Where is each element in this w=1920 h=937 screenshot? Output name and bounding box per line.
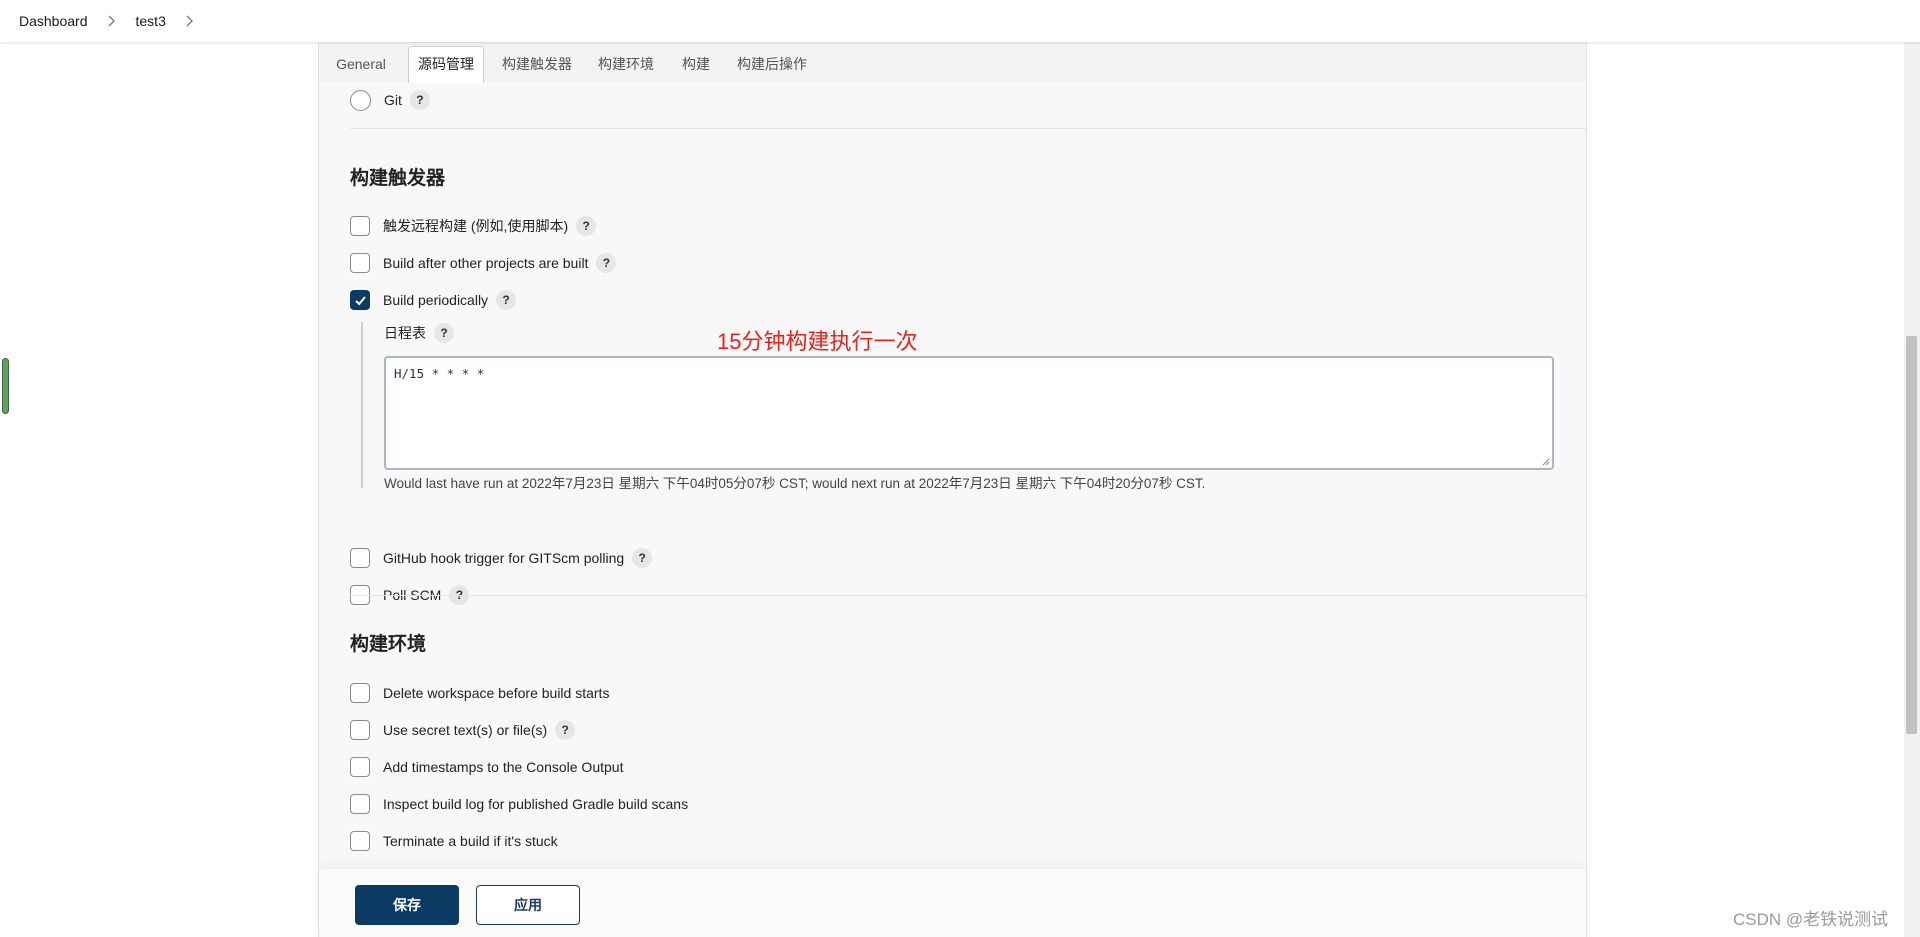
env-terminate-stuck[interactable]: Terminate a build if it's stuck <box>350 830 558 852</box>
bottom-action-bar: 保存 应用 <box>319 869 1586 937</box>
env-delete-workspace[interactable]: Delete workspace before build starts <box>350 682 609 704</box>
build-periodically-checkbox[interactable] <box>350 290 370 310</box>
github-hook-label: GitHub hook trigger for GITScm polling <box>383 550 625 566</box>
side-panel-handle[interactable] <box>2 358 9 414</box>
page-scrollbar-thumb[interactable] <box>1906 336 1917 734</box>
watermark: CSDN @老铁说测试 <box>1733 910 1889 929</box>
terminate-stuck-label: Terminate a build if it's stuck <box>383 833 558 849</box>
schedule-value: H/15 * * * * <box>394 366 485 381</box>
schedule-label: 日程表 <box>384 325 426 341</box>
help-icon[interactable]: ? <box>555 720 576 740</box>
remote-build-checkbox[interactable] <box>350 216 370 236</box>
section-title-build-triggers: 构建触发器 <box>350 168 446 189</box>
gradle-scans-checkbox[interactable] <box>350 794 370 814</box>
help-icon[interactable]: ? <box>434 323 454 343</box>
scm-git-option[interactable]: Git ? <box>350 89 430 111</box>
trigger-remote-build[interactable]: 触发远程构建 (例如,使用脚本) ? <box>350 215 597 237</box>
schedule-hint: Would last have run at 2022年7月23日 星期六 下午… <box>384 476 1206 491</box>
breadcrumb-test3[interactable]: test3 <box>136 13 166 29</box>
chevron-right-icon <box>106 15 116 27</box>
divider <box>350 128 1586 129</box>
help-icon[interactable]: ? <box>576 216 597 236</box>
delete-workspace-label: Delete workspace before build starts <box>383 685 610 701</box>
help-icon[interactable]: ? <box>596 253 617 273</box>
schedule-field-label: 日程表 ? <box>384 323 454 343</box>
after-other-label: Build after other projects are built <box>383 255 589 271</box>
delete-workspace-checkbox[interactable] <box>350 683 370 703</box>
secret-text-checkbox[interactable] <box>350 720 370 740</box>
git-radio[interactable] <box>350 89 371 111</box>
git-label: Git <box>384 92 402 108</box>
help-icon[interactable]: ? <box>632 548 653 568</box>
nested-indent-bar <box>361 322 363 488</box>
env-timestamps[interactable]: Add timestamps to the Console Output <box>350 756 623 778</box>
env-secret-text[interactable]: Use secret text(s) or file(s) ? <box>350 719 576 741</box>
help-icon[interactable]: ? <box>409 90 430 110</box>
trigger-build-periodically[interactable]: Build periodically ? <box>350 289 517 311</box>
after-other-checkbox[interactable] <box>350 253 370 273</box>
build-periodically-label: Build periodically <box>383 292 489 308</box>
schedule-textarea[interactable]: H/15 * * * * <box>384 356 1554 470</box>
divider <box>350 595 1586 596</box>
breadcrumb: Dashboard test3 <box>0 0 1920 42</box>
chevron-right-icon[interactable] <box>184 15 194 27</box>
gradle-scans-label: Inspect build log for published Gradle b… <box>383 796 689 812</box>
trigger-after-other-projects[interactable]: Build after other projects are built ? <box>350 252 617 274</box>
tab-scm[interactable]: 源码管理 <box>408 46 484 83</box>
secret-text-label: Use secret text(s) or file(s) <box>383 722 548 738</box>
tab-build[interactable]: 构建 <box>676 47 716 82</box>
config-panel: General 源码管理 构建触发器 构建环境 构建 构建后操作 Git ? 构… <box>318 42 1587 937</box>
terminate-stuck-checkbox[interactable] <box>350 831 370 851</box>
config-tabs: General 源码管理 构建触发器 构建环境 构建 构建后操作 <box>319 42 1586 83</box>
save-button[interactable]: 保存 <box>355 885 459 925</box>
help-icon[interactable]: ? <box>496 290 517 310</box>
tab-build-triggers[interactable]: 构建触发器 <box>495 47 579 82</box>
tab-build-environment[interactable]: 构建环境 <box>591 47 661 82</box>
check-icon <box>354 295 366 305</box>
tab-post-build[interactable]: 构建后操作 <box>730 47 814 82</box>
timestamps-checkbox[interactable] <box>350 757 370 777</box>
github-hook-checkbox[interactable] <box>350 548 370 568</box>
remote-build-label: 触发远程构建 (例如,使用脚本) <box>383 218 569 234</box>
apply-button[interactable]: 应用 <box>476 885 580 925</box>
tab-general[interactable]: General <box>330 47 392 82</box>
timestamps-label: Add timestamps to the Console Output <box>383 759 624 775</box>
env-gradle-scans[interactable]: Inspect build log for published Gradle b… <box>350 793 688 815</box>
annotation-text: 15分钟构建执行一次 <box>717 329 918 354</box>
section-title-build-environment: 构建环境 <box>350 634 427 655</box>
trigger-github-hook[interactable]: GitHub hook trigger for GITScm polling ? <box>350 547 653 569</box>
breadcrumb-dashboard[interactable]: Dashboard <box>19 13 88 29</box>
resize-grip-icon[interactable] <box>1540 456 1550 466</box>
